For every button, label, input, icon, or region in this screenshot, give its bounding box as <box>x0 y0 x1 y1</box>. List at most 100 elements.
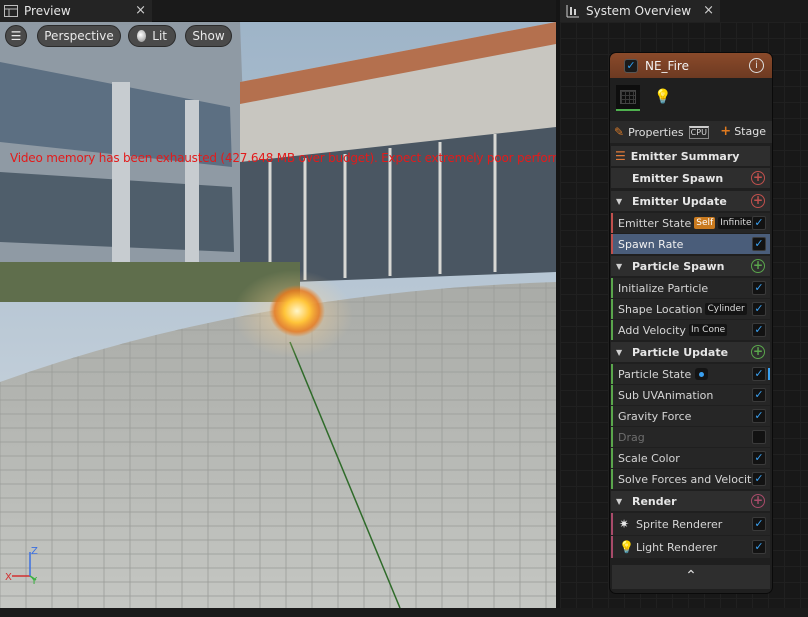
module-label: Sprite Renderer <box>636 517 723 531</box>
section-emitter-update[interactable]: ▼ Emitter Update + <box>611 191 770 211</box>
grid-icon <box>620 90 636 104</box>
properties-row[interactable]: ✎ Properties CPU + Stage <box>610 121 772 143</box>
dot-badge-icon <box>695 368 709 380</box>
module-enabled-checkbox[interactable]: ✓ <box>752 237 766 251</box>
pencil-icon: ✎ <box>614 125 625 139</box>
module-label: Light Renderer <box>636 540 718 554</box>
module-label: Scale Color <box>618 451 680 465</box>
perspective-button[interactable]: Perspective <box>37 25 121 47</box>
emitter-node-header[interactable]: ✓ NE_Fire i <box>610 53 772 78</box>
tab-preview[interactable]: Preview × <box>0 0 152 22</box>
properties-label: Properties <box>628 125 684 139</box>
module-enabled-checkbox[interactable]: ✓ <box>752 517 766 531</box>
chevron-down-icon: ▼ <box>616 261 623 271</box>
emitter-summary-label: Emitter Summary <box>630 149 740 163</box>
module-shape-location[interactable]: Shape Location Cylinder ✓ <box>611 299 770 319</box>
hamburger-icon: ☰ <box>10 29 22 43</box>
module-initialize-particle[interactable]: Initialize Particle ✓ <box>611 278 770 298</box>
preview-viewport[interactable]: ☰ Perspective Lit Show Video memory has … <box>0 22 556 608</box>
chevron-down-icon: ▼ <box>616 496 623 506</box>
module-sub-uv-animation[interactable]: Sub UVAnimation ✓ <box>611 385 770 405</box>
accent-stripe <box>611 406 613 426</box>
emitter-node[interactable]: ✓ NE_Fire i 💡 ✎ Properties CPU + Stage ☰ … <box>610 53 772 593</box>
collapse-node-button[interactable]: ⌃ <box>612 565 770 589</box>
section-emitter-spawn[interactable]: Emitter Spawn + <box>611 168 770 188</box>
add-module-icon[interactable]: + <box>751 194 765 208</box>
viewport-menu-button[interactable]: ☰ <box>5 25 27 47</box>
tab-system-overview[interactable]: System Overview × <box>560 0 720 22</box>
accent-stripe <box>611 320 613 340</box>
add-module-icon[interactable]: + <box>751 259 765 273</box>
close-icon[interactable]: × <box>135 3 146 18</box>
chevron-down-icon: ▼ <box>616 347 623 357</box>
system-overview-tab-label: System Overview <box>586 4 692 18</box>
add-module-icon[interactable]: + <box>751 171 765 185</box>
module-emitter-state[interactable]: Emitter State Self Infinite ✓ <box>611 213 770 233</box>
add-module-icon[interactable]: + <box>751 345 765 359</box>
accent-stripe <box>611 234 613 254</box>
self-badge: Self <box>694 217 716 229</box>
section-particle-update[interactable]: ▼ Particle Update + <box>611 342 770 362</box>
light-bulb-icon[interactable]: 💡 <box>654 89 671 105</box>
module-solve-forces-and-velocity[interactable]: Solve Forces and Velocity ✓ <box>611 469 770 489</box>
accent-stripe <box>611 364 613 384</box>
axis-x-label: X <box>5 572 12 583</box>
accent-stripe <box>611 278 613 298</box>
close-icon[interactable]: × <box>703 3 714 18</box>
module-enabled-checkbox[interactable]: ✓ <box>752 540 766 554</box>
emitter-summary-row[interactable]: ☰ Emitter Summary <box>611 146 770 166</box>
module-gravity-force[interactable]: Gravity Force ✓ <box>611 406 770 426</box>
module-scale-color[interactable]: Scale Color ✓ <box>611 448 770 468</box>
module-sprite-renderer[interactable]: ✷ Sprite Renderer ✓ <box>611 513 770 535</box>
module-enabled-checkbox[interactable]: ✓ <box>752 216 766 230</box>
module-enabled-checkbox[interactable]: ✓ <box>752 302 766 316</box>
module-spawn-rate[interactable]: Spawn Rate ✓ <box>611 234 770 254</box>
emitter-name: NE_Fire <box>645 58 689 73</box>
stage-label: Stage <box>734 125 766 138</box>
module-enabled-checkbox[interactable]: ✓ <box>752 472 766 486</box>
info-icon[interactable]: i <box>749 58 764 73</box>
module-enabled-checkbox[interactable]: ✓ <box>752 281 766 295</box>
section-render[interactable]: ▼ Render + <box>611 491 770 511</box>
accent-stripe <box>611 427 613 447</box>
module-drag[interactable]: Drag <box>611 427 770 447</box>
module-light-renderer[interactable]: 💡 Light Renderer ✓ <box>611 536 770 558</box>
preview-tab-bar: Preview × <box>0 0 556 22</box>
module-add-velocity[interactable]: Add Velocity In Cone ✓ <box>611 320 770 340</box>
module-enabled-checkbox[interactable]: ✓ <box>752 323 766 337</box>
lit-button[interactable]: Lit <box>128 25 176 47</box>
accent-stripe <box>611 385 613 405</box>
module-enabled-checkbox[interactable]: ✓ <box>752 367 766 381</box>
module-label: Sub UVAnimation <box>618 388 714 402</box>
module-enabled-checkbox[interactable]: ✓ <box>752 388 766 402</box>
module-particle-state[interactable]: Particle State ✓ <box>611 364 770 384</box>
in-cone-badge: In Cone <box>688 324 728 336</box>
emitter-enabled-checkbox[interactable]: ✓ <box>624 58 638 73</box>
add-stage-button[interactable]: + Stage <box>720 124 766 139</box>
axis-y-label: Y <box>30 576 38 584</box>
module-enabled-checkbox[interactable]: ✓ <box>752 451 766 465</box>
scroll-indicator <box>768 368 770 380</box>
accent-stripe <box>611 299 613 319</box>
memory-warning-text: Video memory has been exhausted (427.648… <box>10 151 556 165</box>
chevron-down-icon: ▼ <box>616 196 623 206</box>
section-particle-spawn[interactable]: ▼ Particle Spawn + <box>611 256 770 276</box>
add-module-icon[interactable]: + <box>751 494 765 508</box>
section-label: Emitter Spawn <box>632 171 724 185</box>
module-label: Gravity Force <box>618 409 692 423</box>
module-label: Particle State <box>618 367 692 381</box>
emitter-thumbnail[interactable] <box>616 85 640 111</box>
module-label: Solve Forces and Velocity <box>618 472 758 486</box>
section-label: Particle Update <box>632 345 729 359</box>
list-icon: ☰ <box>615 149 626 163</box>
plus-icon: + <box>720 124 732 139</box>
module-enabled-checkbox[interactable] <box>752 430 766 444</box>
axis-gizmo-icon: Z X Y <box>5 546 38 584</box>
module-enabled-checkbox[interactable]: ✓ <box>752 409 766 423</box>
show-button[interactable]: Show <box>185 25 232 47</box>
module-label: Drag <box>618 430 645 444</box>
sprite-icon: ✷ <box>619 517 630 531</box>
preview-tab-label: Preview <box>24 4 71 18</box>
axis-z-label: Z <box>31 546 38 557</box>
accent-stripe <box>611 536 613 558</box>
